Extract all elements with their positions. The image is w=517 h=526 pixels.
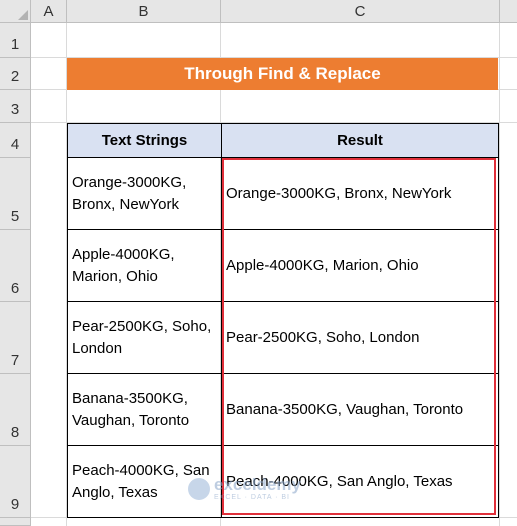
row-header-3[interactable]: 3: [0, 90, 31, 123]
text-string-cell[interactable]: Pear-2500KG, Soho, London: [67, 301, 222, 374]
row-header-4[interactable]: 4: [0, 123, 31, 158]
text-string-cell[interactable]: Apple-4000KG, Marion, Ohio: [67, 229, 222, 302]
exceldemy-logo-icon: [188, 477, 210, 500]
text-string-cell[interactable]: Banana-3500KG, Vaughan, Toronto: [67, 373, 222, 446]
row-header-8[interactable]: 8: [0, 374, 31, 446]
column-header-d[interactable]: [500, 0, 517, 23]
row-header-9[interactable]: 9: [0, 446, 31, 518]
table-row: Orange-3000KG, Bronx, NewYork Orange-300…: [67, 157, 499, 230]
watermark-tagline: EXCEL · DATA · BI: [214, 494, 290, 501]
row-header-5[interactable]: 5: [0, 158, 31, 230]
watermark-name: exceldemy: [214, 475, 301, 494]
column-header-b[interactable]: B: [67, 0, 221, 23]
table-header-row: Text Strings Result: [67, 123, 499, 158]
data-table: Text Strings Result Orange-3000KG, Bronx…: [67, 123, 499, 518]
text-string-cell[interactable]: Orange-3000KG, Bronx, NewYork: [67, 157, 222, 230]
row-header-2[interactable]: 2: [0, 58, 31, 90]
exceldemy-watermark: exceldemy EXCEL · DATA · BI: [188, 476, 301, 501]
result-cell[interactable]: Pear-2500KG, Soho, London: [221, 301, 499, 374]
column-header-a[interactable]: A: [31, 0, 67, 23]
row-header-6[interactable]: 6: [0, 230, 31, 302]
row-header-10[interactable]: [0, 518, 31, 526]
gridline: [499, 23, 500, 526]
select-all-corner[interactable]: [0, 0, 31, 23]
row-header-7[interactable]: 7: [0, 302, 31, 374]
table-row: Banana-3500KG, Vaughan, Toronto Banana-3…: [67, 373, 499, 446]
column-header-c[interactable]: C: [221, 0, 500, 23]
row-header-1[interactable]: 1: [0, 23, 31, 58]
sheet-title-banner[interactable]: Through Find & Replace: [67, 58, 498, 90]
result-cell[interactable]: Banana-3500KG, Vaughan, Toronto: [221, 373, 499, 446]
header-text-strings[interactable]: Text Strings: [67, 123, 222, 158]
table-row: Pear-2500KG, Soho, London Pear-2500KG, S…: [67, 301, 499, 374]
table-row: Apple-4000KG, Marion, Ohio Apple-4000KG,…: [67, 229, 499, 302]
result-cell[interactable]: Apple-4000KG, Marion, Ohio: [221, 229, 499, 302]
header-result[interactable]: Result: [221, 123, 499, 158]
result-cell[interactable]: Orange-3000KG, Bronx, NewYork: [221, 157, 499, 230]
